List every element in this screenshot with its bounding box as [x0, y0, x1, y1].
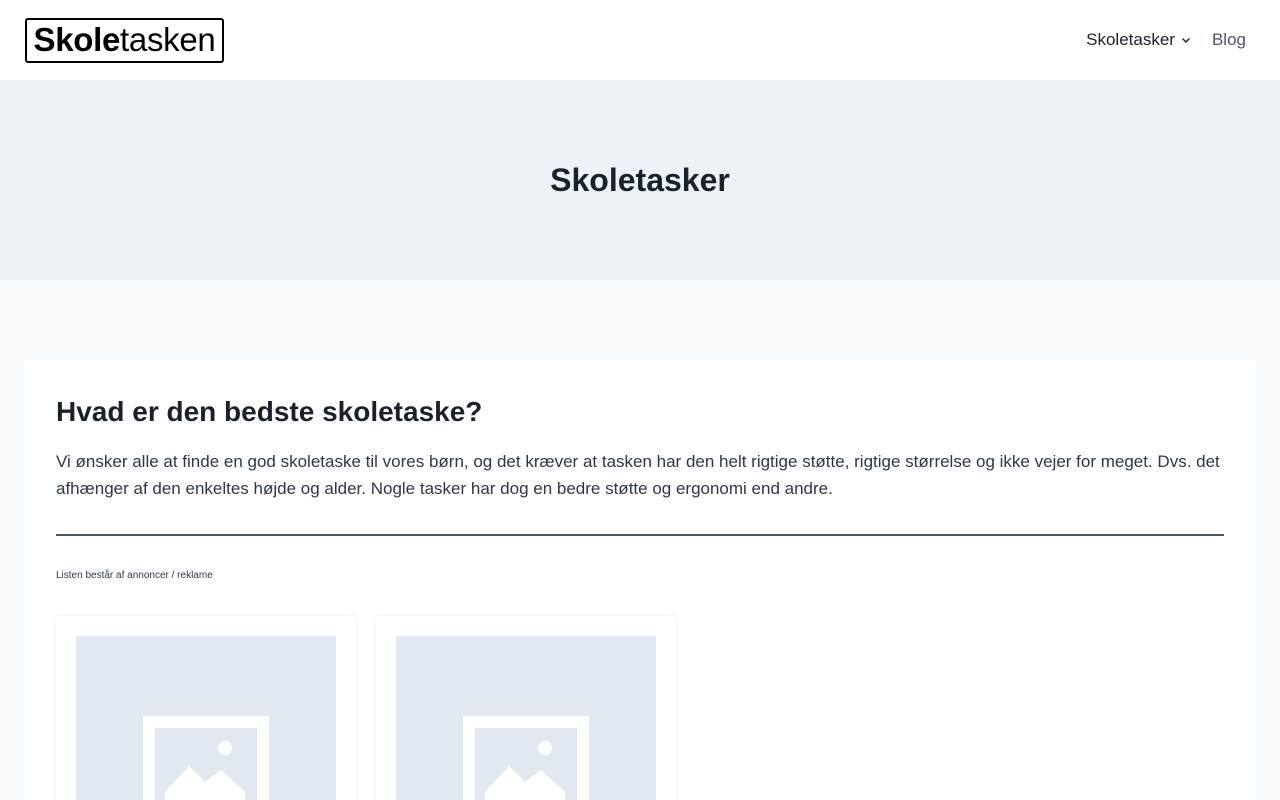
- section-heading: Hvad er den bedste skoletaske?: [56, 396, 483, 427]
- product-image[interactable]: [76, 636, 336, 800]
- nav-item-skoletasker[interactable]: Skoletasker: [1086, 30, 1192, 50]
- main-nav: Skoletasker Blog: [1086, 0, 1246, 80]
- product-card[interactable]: [56, 616, 356, 800]
- divider: [56, 534, 1224, 536]
- nav-item-label: Skoletasker: [1086, 30, 1175, 49]
- product-card[interactable]: [376, 616, 676, 800]
- logo-bold-text: Skole: [33, 21, 121, 58]
- logo-light-text: tasken: [120, 21, 216, 58]
- site-header: Skole tasken Skoletasker Blog: [0, 0, 1280, 80]
- nav-item-blog[interactable]: Blog: [1212, 30, 1246, 50]
- page-hero: Skoletasker: [0, 80, 1280, 280]
- product-image[interactable]: [396, 636, 656, 800]
- intro-paragraph: Vi ønsker alle at finde en god skoletask…: [56, 452, 1220, 498]
- page-title: Skoletasker: [550, 161, 730, 198]
- content-box: Hvad er den bedste skoletaske? Vi ønsker…: [24, 360, 1256, 800]
- nav-item-label: Blog: [1211, 30, 1246, 49]
- chevron-down-icon: [1180, 34, 1192, 46]
- image-placeholder-icon: [143, 716, 269, 800]
- ad-disclaimer: Listen består af annoncer / reklame: [56, 570, 213, 581]
- image-placeholder-icon: [463, 716, 589, 800]
- site-logo[interactable]: Skole tasken: [25, 18, 224, 63]
